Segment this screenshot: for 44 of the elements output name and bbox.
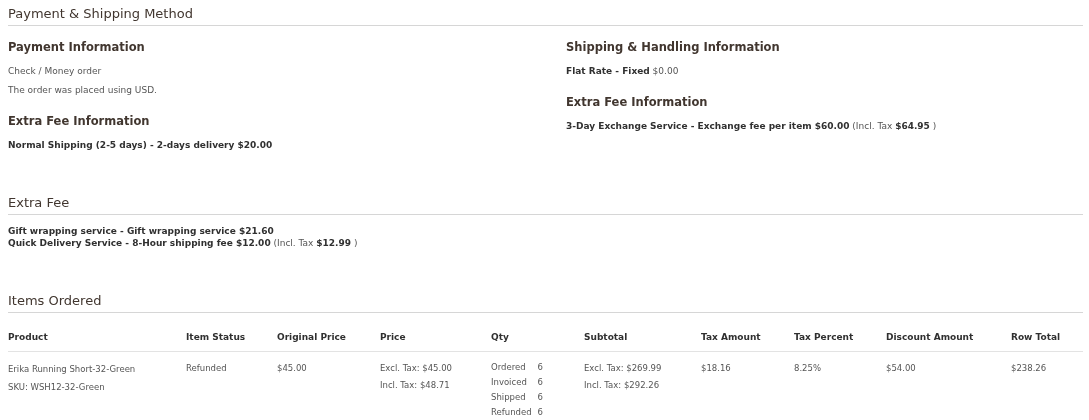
column-header: Tax Percent: [794, 327, 886, 352]
table-cell-text: Refunded: [186, 363, 227, 373]
info-heading: Payment Information: [8, 40, 146, 54]
info-text: Flat Rate - Fixed $0.00: [566, 65, 680, 78]
info-heading: Extra Fee Information: [566, 95, 709, 109]
info-heading: Extra Fee Information: [8, 114, 151, 128]
qty-label: Refunded: [491, 406, 532, 419]
table-cell-text: $238.26: [1011, 363, 1047, 373]
column-header: Original Price: [277, 327, 380, 352]
extra-fee-text: Gift wrapping service - Gift wrapping service $21.60: [8, 225, 275, 237]
extra-fee-text: Normal Shipping (2-5 days) - 2-days delivery $20.00: [8, 139, 274, 152]
qty-label: Ordered: [491, 361, 527, 374]
column-header: Price: [380, 327, 491, 352]
price-text: Excl. Tax: $45.00: [380, 363, 453, 373]
column-header: Item Status: [186, 327, 277, 352]
section-title: Payment & Shipping Method: [8, 6, 1083, 26]
info-text: Check / Money order: [8, 65, 103, 78]
table-cell-text: 8.25%: [794, 363, 821, 373]
column-header: Row Total: [1011, 327, 1083, 352]
section-title: Extra Fee: [8, 195, 1083, 215]
column-header: Product: [8, 327, 186, 352]
table-cell-text: $54.00: [886, 363, 916, 373]
table-cell-text: $18.16: [701, 363, 731, 373]
column-header: Subtotal: [584, 327, 701, 352]
column-header: Discount Amount: [886, 327, 1011, 352]
price-text: Incl. Tax: $48.71: [380, 380, 450, 390]
price-text: Incl. Tax: $292.26: [584, 380, 660, 390]
section-title: Items Ordered: [8, 293, 1083, 313]
product-name: Erika Running Short-32-Green: [8, 364, 136, 374]
qty-value: 6: [537, 406, 543, 419]
qty-label: Invoiced: [491, 376, 528, 389]
table-cell-text: $45.00: [277, 363, 307, 373]
qty-value: 6: [537, 376, 543, 389]
qty-label: Shipped: [491, 391, 527, 404]
info-heading: Shipping & Handling Information: [566, 40, 781, 54]
product-sku: SKU: WSH12-32-Green: [8, 382, 105, 392]
column-header: Qty: [491, 327, 584, 352]
qty-value: 6: [537, 391, 543, 404]
column-header: Tax Amount: [701, 327, 794, 352]
info-text: The order was placed using USD.: [8, 84, 158, 97]
extra-fee-text: Quick Delivery Service - 8-Hour shipping fee $12.00 (Incl. Tax $12.99 ): [8, 237, 359, 249]
price-text: Excl. Tax: $269.99: [584, 363, 662, 373]
extra-fee-text: 3-Day Exchange Service - Exchange fee per item $60.00 (Incl. Tax $64.95 ): [566, 120, 938, 133]
qty-value: 6: [537, 361, 543, 374]
